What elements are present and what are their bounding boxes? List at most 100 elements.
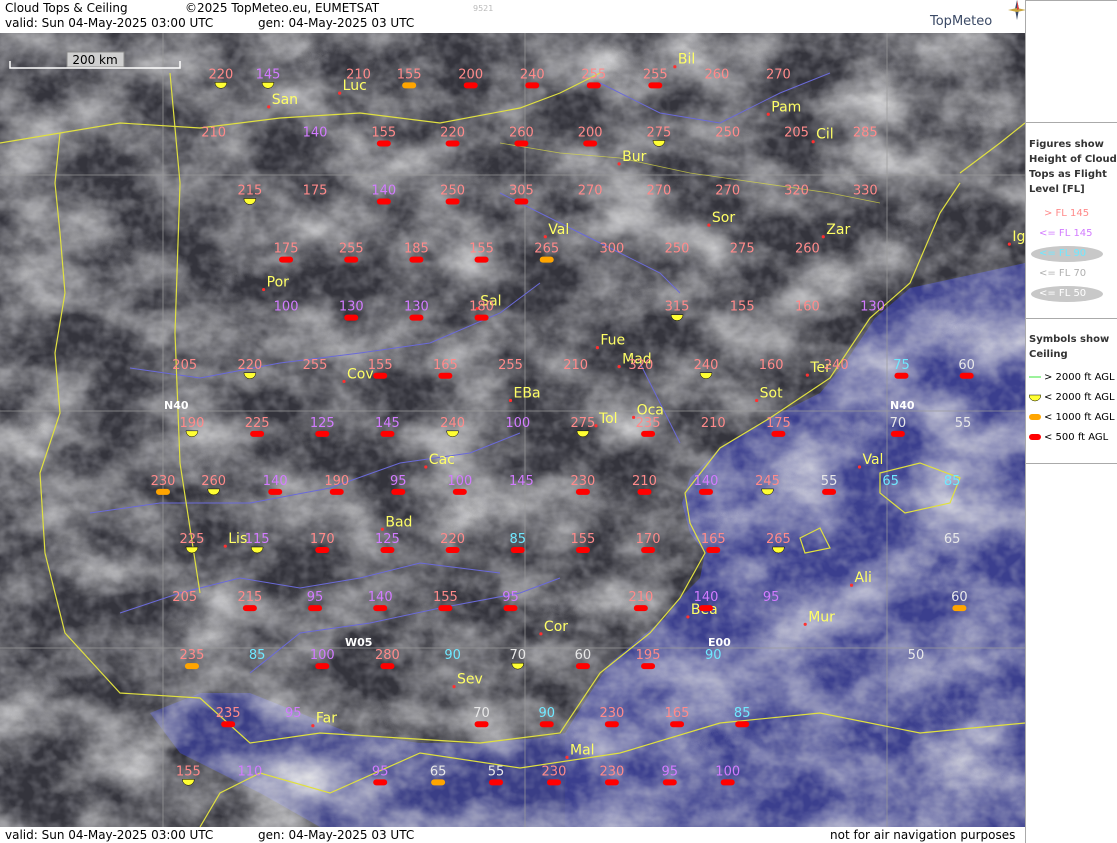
flight-level-value: 140 xyxy=(371,184,396,199)
city-dot-icon xyxy=(1007,242,1011,246)
flight-level-value: 230 xyxy=(542,764,567,779)
city-label: Zar xyxy=(826,222,850,238)
flight-level-value: 210 xyxy=(563,358,588,373)
cloud-top-figure: 210 xyxy=(201,125,226,140)
city-dot-icon xyxy=(311,724,315,728)
city-dot-icon xyxy=(539,632,543,636)
city-label: Val xyxy=(862,452,883,468)
flight-level-value: 145 xyxy=(509,474,534,489)
ceiling-red-icon xyxy=(221,721,236,728)
ceiling-red-icon xyxy=(268,488,283,495)
flight-level-value: 50 xyxy=(908,648,925,663)
cloud-top-figure: 90 xyxy=(444,648,461,663)
city-dot-icon xyxy=(262,287,266,292)
flight-level-value: 155 xyxy=(433,590,458,605)
ceiling-red-icon xyxy=(344,256,359,263)
cloud-tops-map[interactable]: 200 km N40 N40 W05 E00 BilSanLucPamCilTo… xyxy=(0,33,1025,827)
cloud-top-figure: 175 xyxy=(303,184,328,199)
flight-level-value: 75 xyxy=(893,358,910,373)
flight-level-value: 230 xyxy=(571,474,596,489)
cloud-top-figure: 160 xyxy=(759,358,784,373)
city-label: Ali xyxy=(855,570,872,586)
flight-level-value: 255 xyxy=(643,67,668,82)
ceiling-red-icon xyxy=(438,605,453,612)
ceiling-red-icon xyxy=(445,140,460,147)
city-label: Mal xyxy=(570,742,595,758)
ceiling-red-icon xyxy=(637,488,652,495)
cloud-top-figure: 65 xyxy=(430,764,446,786)
legend-fl-50: <= FL 50 xyxy=(1026,285,1117,303)
ceiling-red-icon xyxy=(641,663,656,670)
ceiling-red-icon xyxy=(575,488,590,495)
flight-level-value: 180 xyxy=(469,300,494,315)
flight-level-value: 115 xyxy=(245,532,270,547)
flight-level-value: 140 xyxy=(368,590,393,605)
city-dot-icon xyxy=(342,379,346,384)
flight-level-value: 125 xyxy=(310,416,335,431)
city-sor: Sor xyxy=(707,210,735,227)
cloud-top-figure: 95 xyxy=(285,706,302,721)
cloud-top-figure: 95 xyxy=(502,590,519,612)
city-dot-icon xyxy=(565,755,569,759)
city-dot-icon xyxy=(857,465,862,469)
flight-level-value: 60 xyxy=(951,590,968,605)
flight-level-value: 130 xyxy=(404,300,429,315)
ceiling-red-icon xyxy=(720,779,735,786)
cloud-top-figure: 95 xyxy=(662,764,678,786)
flight-level-value: 70 xyxy=(473,706,490,721)
cloud-top-figure: 65 xyxy=(882,474,899,489)
disclaimer-text: not for air navigation purposes xyxy=(830,828,1016,842)
ceiling-red-icon xyxy=(279,256,294,263)
city-dot-icon xyxy=(673,65,677,69)
city-pam: Pam xyxy=(766,99,801,116)
flight-level-value: 185 xyxy=(404,242,429,257)
cloud-top-figure: 270 xyxy=(578,184,603,199)
city-label: Mur xyxy=(808,609,835,625)
ceiling-orange-icon xyxy=(402,82,417,89)
ceiling-symbol-orange-icon xyxy=(1029,414,1041,420)
flight-level-value: 240 xyxy=(694,358,719,373)
flight-level-value: 70 xyxy=(890,416,907,431)
flight-level-value: 140 xyxy=(694,474,719,489)
flight-level-value: 160 xyxy=(795,300,820,315)
cloud-top-figure: 210 xyxy=(346,67,371,82)
symbols-legend-title: Symbols show Ceiling xyxy=(1029,334,1110,360)
flight-level-value: 205 xyxy=(172,590,197,605)
ceiling-red-icon xyxy=(648,82,663,89)
flight-level-value: 260 xyxy=(795,242,820,257)
cloud-top-figure: 270 xyxy=(647,184,672,199)
ceiling-red-icon xyxy=(409,314,424,321)
cloud-top-figure: 160 xyxy=(795,300,820,315)
ceiling-red-icon xyxy=(474,721,489,728)
city-zar: Zar xyxy=(821,222,850,239)
flight-level-value: 230 xyxy=(151,474,176,489)
flight-level-value: 220 xyxy=(440,125,465,140)
legend-panel: Figures show Height of Cloud Tops as Fli… xyxy=(1025,0,1117,843)
city-cor: Cor xyxy=(539,619,568,636)
ceiling-orange-icon xyxy=(431,779,446,786)
flight-level-value: 205 xyxy=(784,125,809,140)
logo-text: TopMeteo xyxy=(930,14,993,29)
city-por: Por xyxy=(262,275,289,292)
flight-level-value: 255 xyxy=(498,358,523,373)
cloud-top-figure: 60 xyxy=(958,358,975,379)
city-label: Bil xyxy=(678,52,695,68)
flight-level-value: 170 xyxy=(310,532,335,547)
cloud-top-figure: 255 xyxy=(498,358,523,373)
ceiling-red-icon xyxy=(380,663,395,670)
flight-level-value: 160 xyxy=(759,358,784,373)
ceiling-red-icon xyxy=(514,140,529,147)
city-label: Igu xyxy=(1012,229,1025,245)
flight-level-value: 205 xyxy=(172,358,197,373)
ceiling-red-icon xyxy=(474,314,489,321)
flight-level-value: 275 xyxy=(730,242,755,257)
city-label: Sor xyxy=(712,210,735,226)
ceiling-red-icon xyxy=(376,140,391,147)
flight-level-value: 155 xyxy=(176,764,201,779)
city-dot-icon xyxy=(543,235,547,239)
city-label: Por xyxy=(267,275,290,291)
flight-level-value: 190 xyxy=(324,474,349,489)
cloud-top-figure: 85 xyxy=(944,474,961,489)
flight-level-value: 55 xyxy=(488,764,505,779)
city-dot-icon xyxy=(617,162,621,166)
